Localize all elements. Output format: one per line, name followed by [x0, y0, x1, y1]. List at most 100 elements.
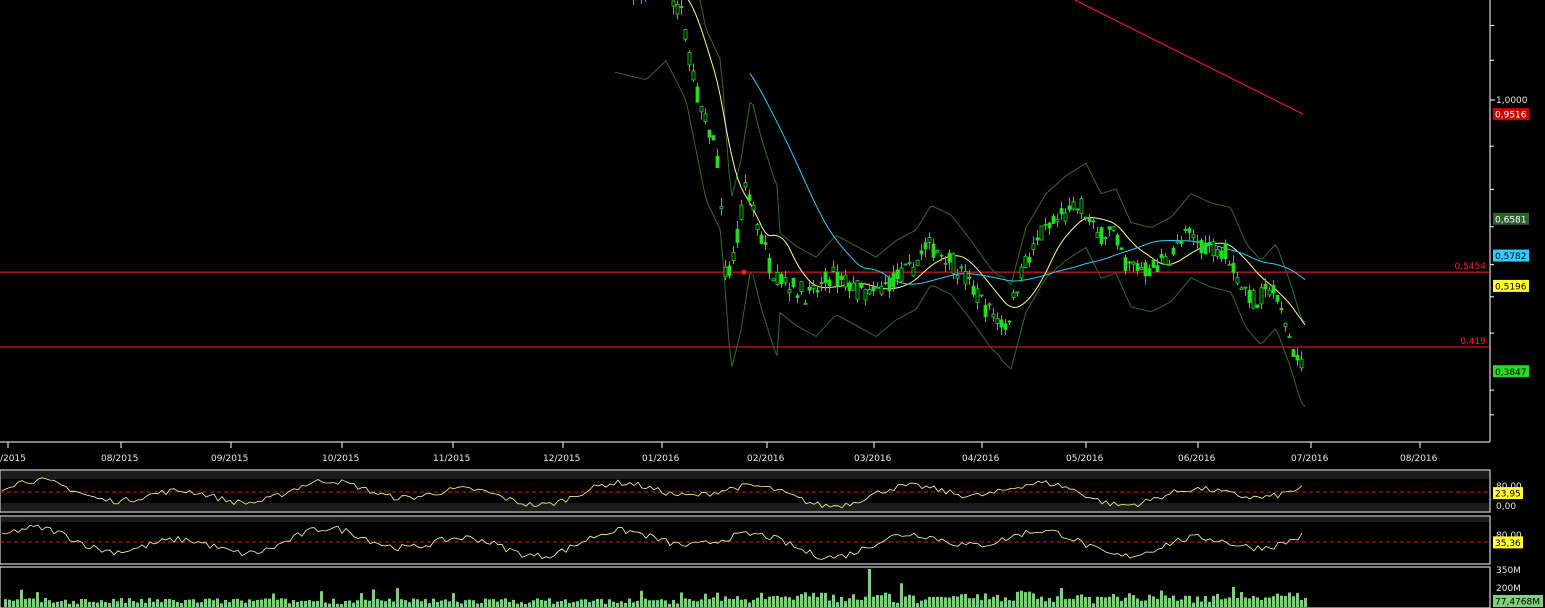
volume-bar — [1156, 598, 1159, 607]
candle-body — [1039, 225, 1044, 241]
candle-body — [739, 204, 744, 220]
volume-bar — [676, 603, 679, 607]
volume-bar — [452, 593, 455, 607]
volume-bar — [888, 593, 891, 607]
candle-body — [1075, 208, 1080, 211]
volume-bar — [1256, 597, 1259, 607]
volume-bar — [332, 598, 335, 607]
candle-body — [683, 29, 688, 40]
volume-bar — [928, 596, 931, 607]
volume-bar — [964, 593, 967, 607]
volume-bar — [920, 600, 923, 607]
volume-bar — [520, 602, 523, 607]
volume-bar — [864, 596, 867, 607]
candle-body — [1247, 289, 1252, 303]
volume-bar — [416, 599, 419, 607]
value-badge-label: 0,5196 — [1495, 282, 1527, 292]
candle-body — [1179, 240, 1184, 245]
volume-bar — [984, 593, 987, 607]
volume-bar — [904, 596, 907, 607]
volume-bar — [1032, 593, 1035, 607]
volume-bar — [244, 602, 247, 607]
volume-bar — [84, 599, 87, 607]
candle-body — [975, 288, 980, 303]
volume-bar — [184, 599, 187, 607]
oscillator-value-label: 35,36 — [1495, 539, 1521, 549]
time-tick-label: 07/2016 — [1291, 454, 1329, 464]
candle-body — [815, 289, 820, 293]
volume-bar — [808, 596, 811, 607]
volume-bar — [252, 600, 255, 607]
volume-bar — [16, 599, 19, 607]
candle-body — [1115, 234, 1120, 246]
oversold-zone — [1, 503, 1489, 511]
volume-bar — [1196, 596, 1199, 607]
candle-body — [763, 242, 768, 245]
volume-bar — [500, 599, 503, 607]
volume-bar — [20, 589, 23, 607]
volume-bar — [36, 592, 39, 607]
candle-body — [875, 286, 880, 289]
volume-bar — [600, 599, 603, 607]
volume-bar — [624, 602, 627, 607]
candle-body — [1251, 290, 1256, 309]
candle-body — [1143, 262, 1148, 277]
candle-body — [851, 282, 856, 291]
volume-bar — [1212, 595, 1215, 607]
volume-bar — [980, 600, 983, 607]
volume-bar — [56, 601, 59, 607]
volume-bar — [1208, 601, 1211, 607]
candle-body — [1071, 201, 1076, 210]
volume-bar — [1288, 592, 1291, 607]
candle-body — [979, 294, 984, 297]
candle-body — [1239, 287, 1244, 290]
volume-bar — [116, 601, 119, 607]
candle-body — [899, 267, 904, 282]
candle-body — [775, 272, 780, 285]
price-tick-label: 1,0000 — [1496, 96, 1528, 106]
candle-body — [879, 285, 884, 295]
volume-bar — [96, 602, 99, 607]
volume-bar — [1028, 591, 1031, 607]
volume-bar — [1268, 597, 1271, 607]
volume-bar — [884, 592, 887, 607]
volume-bar — [1100, 596, 1103, 607]
volume-bar — [540, 599, 543, 607]
candle-body — [1007, 320, 1012, 323]
candle-body — [1299, 358, 1304, 369]
volume-bar — [204, 598, 207, 607]
volume-bar — [1252, 595, 1255, 607]
volume-bar — [916, 603, 919, 607]
volume-bar — [636, 600, 639, 607]
volume-bar — [80, 599, 83, 607]
volume-bar — [376, 598, 379, 607]
volume-bar — [256, 599, 259, 607]
volume-bar — [724, 596, 727, 607]
volume-bar — [316, 600, 319, 607]
candle-body — [1055, 218, 1060, 222]
volume-bar — [1052, 601, 1055, 607]
volume-bar — [464, 600, 467, 607]
candle-body — [1291, 349, 1296, 357]
volume-bar — [1080, 594, 1083, 607]
candle-body — [935, 250, 940, 253]
volume-bar — [44, 598, 47, 607]
value-badge-label: 0,6581 — [1495, 215, 1527, 225]
time-tick-label: 12/2015 — [543, 454, 580, 464]
candle-body — [883, 282, 888, 285]
volume-bar — [852, 594, 855, 607]
candle-body — [1267, 289, 1272, 296]
volume-bar — [764, 599, 767, 607]
candle-body — [699, 105, 704, 113]
candle-body — [835, 271, 840, 287]
volume-bar — [468, 599, 471, 607]
overbought-zone — [1, 471, 1489, 479]
candle-body — [691, 70, 696, 81]
volume-bar — [1056, 596, 1059, 607]
volume-bar — [524, 603, 527, 607]
volume-bar — [732, 598, 735, 607]
candle-body — [887, 277, 892, 292]
volume-bar — [320, 591, 323, 607]
candle-body — [863, 289, 868, 301]
volume-bar — [976, 594, 979, 607]
